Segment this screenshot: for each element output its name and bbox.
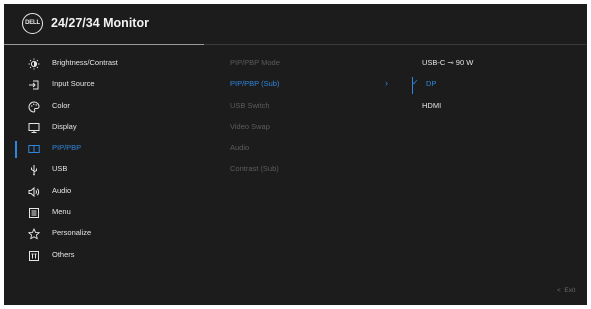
exit-label: Exit <box>564 287 576 294</box>
menu-item-label: USB <box>52 164 68 174</box>
submenu-item-pip-pbp-sub[interactable]: PIP/PBP (Sub) › <box>230 75 400 96</box>
brightness-icon <box>27 57 41 71</box>
input-source-icon <box>27 78 41 92</box>
menu-item-brightness-contrast[interactable]: Brightness/Contrast <box>4 54 204 75</box>
submenu-item-video-swap[interactable]: Video Swap <box>230 118 400 139</box>
star-icon <box>27 227 41 241</box>
menu-item-pip-pbp[interactable]: PIP/PBP <box>4 139 204 160</box>
header-divider-dim <box>204 44 587 45</box>
dell-logo: DELL <box>22 13 43 34</box>
submenu-item-label: PIP/PBP Mode <box>230 58 280 67</box>
menu-item-label: Brightness/Contrast <box>52 58 118 67</box>
header-divider <box>4 44 204 45</box>
exit-button[interactable]: < Exit <box>557 287 575 294</box>
chevron-right-icon: › <box>385 78 388 89</box>
menu-item-usb[interactable]: USB <box>4 160 204 181</box>
menu-item-label: Menu <box>52 207 71 217</box>
speaker-icon <box>27 185 41 199</box>
submenu-item-label: Video Swap <box>230 121 270 131</box>
menu-item-label: PIP/PBP <box>52 143 82 153</box>
menu-item-label: Color <box>52 100 70 110</box>
pip-pbp-icon <box>27 142 41 156</box>
submenu-item-usb-switch[interactable]: USB Switch <box>230 97 400 118</box>
page-title: 24/27/34 Monitor <box>51 16 149 30</box>
osd-header: DELL 24/27/34 Monitor <box>4 4 587 43</box>
usb-icon <box>27 163 41 177</box>
osd-window: DELL 24/27/34 Monitor Brightness/Contras… <box>4 4 587 305</box>
menu-item-label: Audio <box>52 185 72 195</box>
submenu-item-label: USB Switch <box>230 100 270 110</box>
submenu-item-label: Contrast (Sub) <box>230 164 279 174</box>
submenu-item-label: PIP/PBP (Sub) <box>230 79 280 89</box>
menu-item-label: Display <box>52 121 77 131</box>
option-hdmi[interactable]: HDMI <box>422 97 572 118</box>
menu-item-audio[interactable]: Audio <box>4 182 204 203</box>
pip-pbp-submenu: PIP/PBP Mode PIP/PBP (Sub) › USB Switch … <box>230 54 400 182</box>
submenu-item-contrast-sub[interactable]: Contrast (Sub) <box>230 160 400 181</box>
source-options: USB-C ⊸ 90 W ✓ DP HDMI <box>412 54 572 118</box>
menu-item-menu[interactable]: Menu <box>4 203 204 224</box>
menu-item-personalize[interactable]: Personalize <box>4 224 204 245</box>
option-dp[interactable]: ✓ DP <box>412 75 572 96</box>
checkmark-icon: ✓ <box>412 78 419 88</box>
menu-item-label: Others <box>52 249 75 259</box>
option-label: DP <box>426 79 437 89</box>
option-usb-c[interactable]: USB-C ⊸ 90 W <box>422 54 572 75</box>
others-icon <box>27 249 41 263</box>
color-palette-icon <box>27 100 41 114</box>
menu-item-display[interactable]: Display <box>4 118 204 139</box>
option-label: HDMI <box>422 100 442 110</box>
submenu-item-audio[interactable]: Audio <box>230 139 400 160</box>
menu-item-label: Personalize <box>52 228 92 238</box>
main-menu: Brightness/Contrast Input Source Color D… <box>4 54 204 267</box>
chevron-left-icon: < <box>557 287 561 294</box>
menu-item-label: Input Source <box>52 79 95 89</box>
active-indicator <box>15 141 17 159</box>
display-icon <box>27 121 41 135</box>
menu-item-color[interactable]: Color <box>4 97 204 118</box>
menu-item-others[interactable]: Others <box>4 246 204 267</box>
submenu-item-pip-pbp-mode[interactable]: PIP/PBP Mode <box>230 54 400 75</box>
menu-icon <box>27 206 41 220</box>
option-label: USB-C ⊸ 90 W <box>422 58 474 67</box>
submenu-item-label: Audio <box>230 143 250 153</box>
menu-item-input-source[interactable]: Input Source <box>4 75 204 96</box>
